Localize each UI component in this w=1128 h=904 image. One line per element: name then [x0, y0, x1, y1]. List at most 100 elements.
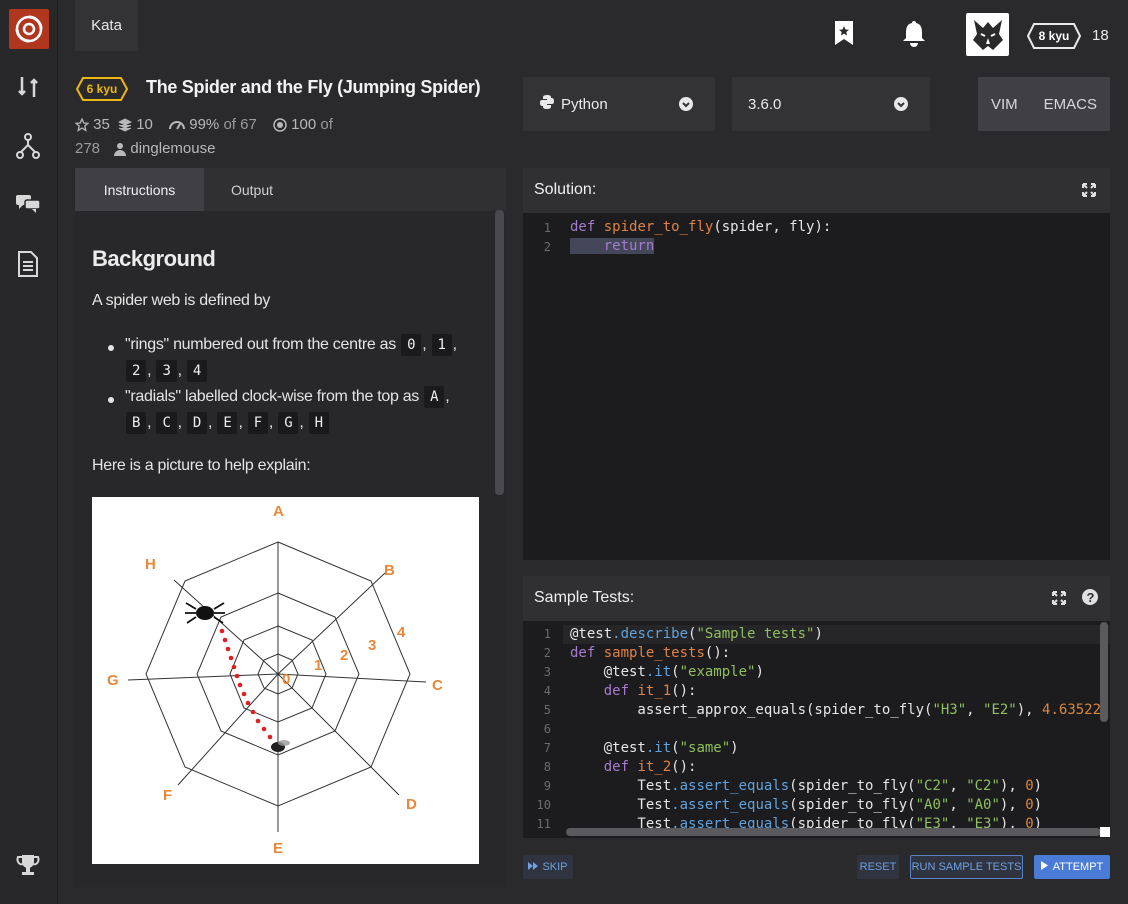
user-avatar[interactable]	[966, 13, 1009, 56]
solution-title: Solution:	[534, 181, 597, 198]
completed-total: 278	[75, 140, 101, 158]
spider-web-figure: A B C D E F G H 0 1 2 3 4	[92, 497, 479, 864]
instructions-scrollbar[interactable]	[495, 210, 504, 495]
completed-count: 100	[291, 116, 317, 134]
satisfaction-icon	[169, 113, 186, 137]
tab-output[interactable]: Output	[204, 168, 300, 211]
radial-label-e: E	[273, 840, 283, 857]
bullet1-text: "rings" numbered out from the centre as	[125, 336, 396, 353]
completed-icon	[273, 113, 287, 137]
ring-label-1: 1	[314, 657, 322, 674]
tab-instructions[interactable]: Instructions	[75, 168, 204, 211]
bullet2-text: "radials" labelled clock-wise from the t…	[125, 388, 419, 405]
ring-code: 4	[186, 360, 208, 382]
tests-horizontal-scrollbar[interactable]	[566, 828, 1101, 836]
radial-code: G	[278, 412, 299, 434]
kata-nav-tab[interactable]: Kata	[75, 0, 138, 51]
star-icon[interactable]	[74, 113, 90, 137]
satisfaction-pct: 99%	[189, 116, 220, 134]
bullet1-line1: "rings" numbered out from the centre as …	[125, 334, 457, 356]
reset-button[interactable]: RESET	[857, 855, 899, 879]
radial-code: F	[247, 412, 268, 434]
line-number: 5	[543, 703, 551, 717]
bullet-dot	[108, 397, 114, 403]
solution-panel: Solution: 1 2 def spider_to_fly(spider, …	[523, 168, 1110, 560]
skip-button[interactable]: SKIP	[523, 855, 573, 879]
practice-icon[interactable]	[14, 73, 42, 101]
line-number: 4	[543, 684, 551, 698]
trophy-icon[interactable]	[14, 851, 42, 879]
left-rail	[0, 0, 58, 904]
line-number: 2	[543, 240, 551, 254]
radial-code: E	[217, 412, 238, 434]
emacs-button[interactable]: EMACS	[1044, 96, 1097, 113]
radial-code: B	[126, 412, 147, 434]
line-number: 1	[543, 627, 551, 641]
instructions-intro: A spider web is defined by	[92, 292, 271, 309]
tests-code: @test.describe("Sample tests") def sampl…	[570, 626, 1102, 832]
expand-icon[interactable]	[1081, 182, 1097, 203]
solution-code: def spider_to_fly(spider, fly): return	[570, 219, 832, 254]
ring-code: 1	[431, 334, 452, 356]
fast-forward-icon	[528, 861, 539, 873]
line-number: 9	[543, 779, 551, 793]
author-icon	[114, 137, 127, 161]
ring-label-0: 0	[282, 671, 290, 688]
radial-code: D	[186, 412, 208, 434]
vim-button[interactable]: VIM	[991, 96, 1018, 113]
scroll-corner	[1100, 827, 1110, 837]
collections-count: 10	[136, 116, 153, 134]
instructions-heading: Background	[92, 246, 216, 271]
radial-label-h: H	[145, 556, 156, 573]
line-number: 1	[543, 221, 551, 235]
kyu-text: 6 kyu	[86, 82, 118, 96]
line-number: 7	[543, 741, 551, 755]
radial-label-d: D	[406, 796, 417, 813]
language-select[interactable]: Python	[523, 77, 715, 131]
chevron-down-icon	[679, 97, 693, 111]
solution-editor[interactable]: 1 2 def spider_to_fly(spider, fly): retu…	[523, 213, 1110, 560]
kata-stats: 35 10 99% of 67 100 of 278 dinglemouse	[74, 113, 375, 161]
bullet1-line2: 2, 3, 4	[125, 360, 208, 382]
ring-code: 2	[126, 360, 147, 382]
skip-label: SKIP	[542, 861, 568, 873]
fork-icon[interactable]	[14, 132, 42, 160]
codewars-logo-icon[interactable]	[9, 9, 49, 49]
collections-icon	[117, 113, 133, 137]
expand-icon[interactable]	[1051, 590, 1067, 611]
docs-icon[interactable]	[14, 250, 42, 278]
attempt-label: ATTEMPT	[1052, 861, 1104, 873]
user-rank-text: 8 kyu	[1038, 29, 1070, 43]
completed-of: of	[320, 116, 333, 134]
run-sample-tests-button[interactable]: RUN SAMPLE TESTS	[910, 855, 1023, 879]
chevron-down-icon	[894, 97, 908, 111]
satisfaction-of: of 67	[223, 116, 257, 134]
bullet2-line2: B, C, D, E, F, G, H	[125, 412, 330, 434]
tests-title: Sample Tests:	[534, 589, 635, 606]
help-icon[interactable]: ?	[1081, 588, 1099, 611]
tests-editor[interactable]: 1 2 3 4 5 6 7 8 9 10 11 @test.describe("…	[523, 621, 1110, 838]
radial-code: C	[156, 412, 177, 434]
line-number: 8	[543, 760, 551, 774]
bullet-dot	[108, 345, 114, 351]
radial-label-f: F	[163, 787, 172, 804]
stars-count: 35	[93, 116, 110, 134]
radial-label-c: C	[432, 677, 443, 694]
line-number: 2	[543, 646, 551, 660]
picture-caption: Here is a picture to help explain:	[92, 457, 311, 474]
line-number: 11	[536, 817, 551, 831]
attempt-button[interactable]: ATTEMPT	[1034, 855, 1110, 879]
version-select[interactable]: 3.6.0	[732, 77, 930, 131]
svg-text:?: ?	[1087, 590, 1095, 605]
ring-code: 3	[156, 360, 177, 382]
user-honor: 18	[1092, 27, 1109, 44]
ring-label-4: 4	[397, 624, 406, 641]
radial-label-b: B	[384, 562, 395, 579]
spider-icon	[185, 602, 225, 624]
notifications-bell-icon[interactable]	[900, 18, 928, 48]
bookmark-icon[interactable]	[832, 18, 856, 48]
discussion-icon[interactable]	[14, 190, 42, 218]
kata-title: The Spider and the Fly (Jumping Spider)	[146, 77, 481, 97]
author-link[interactable]: dinglemouse	[130, 137, 215, 161]
tests-vertical-scrollbar[interactable]	[1100, 622, 1108, 722]
